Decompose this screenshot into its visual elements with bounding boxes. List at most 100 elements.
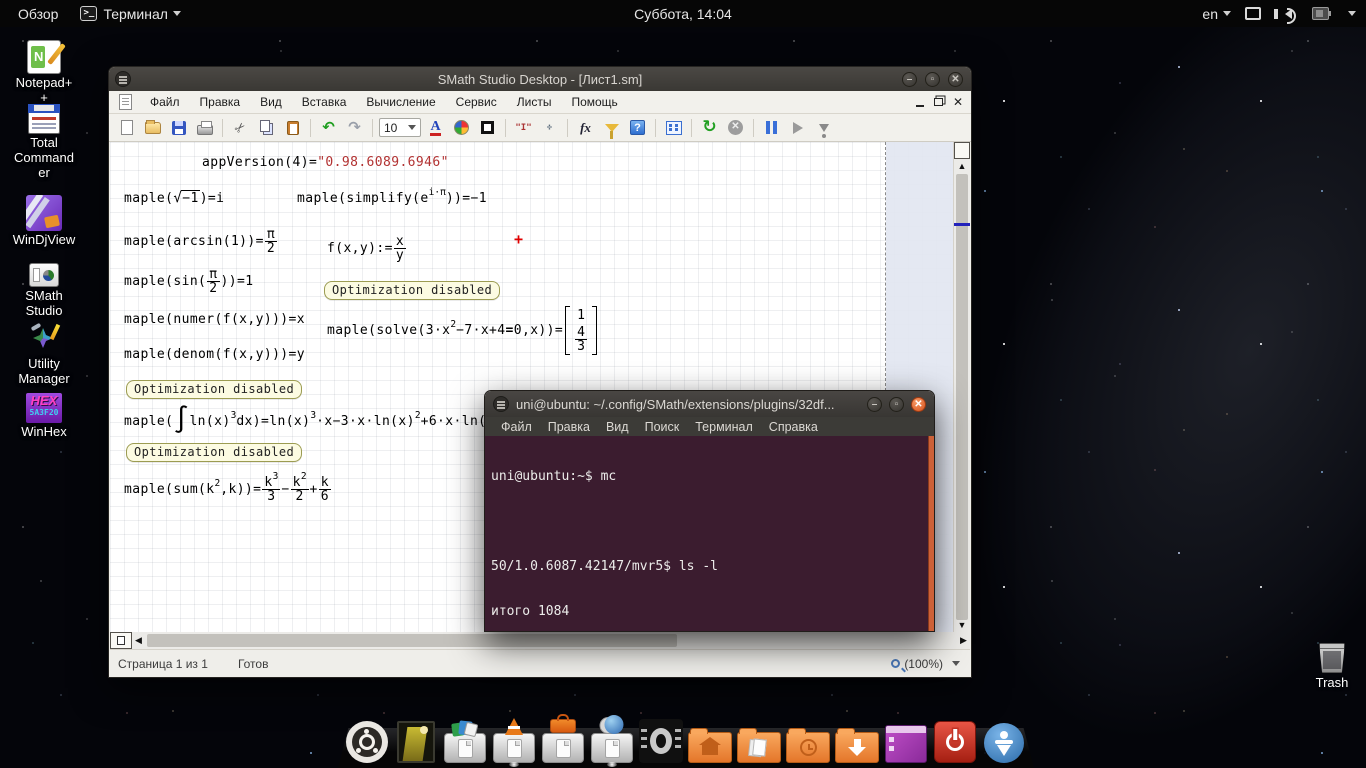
- decimal-separator-button[interactable]: "I": [512, 116, 535, 139]
- pause-button[interactable]: [760, 116, 783, 139]
- desktop-icon-notepad-plus-plus[interactable]: N Notepad+ +: [4, 40, 84, 104]
- menu-tools[interactable]: Сервис: [446, 92, 507, 112]
- desktop-icon-utility-manager[interactable]: Utility Manager: [4, 323, 84, 385]
- menu-sheets[interactable]: Листы: [507, 92, 562, 112]
- menu-search[interactable]: Поиск: [637, 420, 688, 434]
- new-button[interactable]: [115, 116, 138, 139]
- formula-appversion[interactable]: appVersion(4)="0.98.6089.6946": [202, 155, 449, 170]
- reference-button[interactable]: ?: [626, 116, 649, 139]
- display-icon[interactable]: [1245, 7, 1261, 20]
- page-selector-box[interactable]: [110, 632, 132, 649]
- mdi-restore-button[interactable]: [934, 98, 943, 106]
- menu-calculation[interactable]: Вычисление: [356, 92, 445, 112]
- run-button[interactable]: [786, 116, 809, 139]
- dock-item-accessibility-button[interactable]: [981, 723, 1027, 763]
- minimize-button[interactable]: –: [867, 397, 882, 412]
- menu-file[interactable]: Файл: [493, 420, 540, 434]
- app-menu[interactable]: >_ Терминал: [80, 6, 180, 22]
- menu-file[interactable]: Файл: [140, 92, 190, 112]
- language-indicator[interactable]: en: [1202, 6, 1231, 22]
- close-button[interactable]: ✕: [911, 397, 926, 412]
- terminal-body[interactable]: uni@ubuntu:~$ mc 50/1.0.6087.42147/mvr5$…: [485, 436, 934, 631]
- open-button[interactable]: [141, 116, 164, 139]
- dock-item-image-viewer[interactable]: [393, 721, 439, 763]
- formula-numer[interactable]: maple(numer(f(x,y)))=x: [124, 311, 305, 327]
- dock-item-browser-tray[interactable]: [589, 721, 635, 763]
- dock-item-office-tray[interactable]: [442, 721, 488, 763]
- battery-icon[interactable]: [1312, 7, 1329, 20]
- dock-item-purple-window[interactable]: [883, 725, 929, 763]
- formula-sum[interactable]: maple(sum(k2,k))=k33−k22+k6: [124, 468, 332, 510]
- menu-edit[interactable]: Правка: [190, 92, 251, 112]
- dock-item-ubuntu-launcher[interactable]: [344, 721, 390, 763]
- formula-simplify[interactable]: maple(simplify(ei·π))=−1: [297, 186, 487, 210]
- dock-item-toolbox-tray[interactable]: [540, 721, 586, 763]
- dock-item-downloads-folder[interactable]: [834, 732, 880, 763]
- vertical-scrollbar[interactable]: ▲ ▼: [953, 142, 970, 632]
- scroll-up-icon[interactable]: ▲: [954, 161, 970, 171]
- menu-help[interactable]: Помощь: [561, 92, 627, 112]
- maximize-button[interactable]: ▫: [889, 397, 904, 412]
- horizontal-scroll-track[interactable]: [145, 632, 957, 649]
- font-size-select[interactable]: 10: [379, 118, 421, 137]
- formula-sin[interactable]: maple(sin(π2))=1: [124, 264, 253, 298]
- font-color-button[interactable]: A: [424, 116, 447, 139]
- dock-item-backup-folder[interactable]: [785, 732, 831, 763]
- volume-icon[interactable]: [1285, 9, 1292, 19]
- recalculate-button[interactable]: ↻: [698, 116, 721, 139]
- system-menu-chevron-icon[interactable]: [1348, 11, 1356, 16]
- menu-terminal[interactable]: Терминал: [687, 420, 761, 434]
- desktop-icon-smath-studio[interactable]: SMath Studio: [4, 263, 84, 317]
- formula-sqrt[interactable]: maple(√−1)=i: [124, 188, 224, 208]
- dock-item-documents-folder[interactable]: [736, 732, 782, 763]
- minimize-button[interactable]: –: [902, 72, 917, 87]
- clock[interactable]: Суббота, 14:04: [634, 6, 732, 22]
- menu-help[interactable]: Справка: [761, 420, 826, 434]
- arguments-separator-button[interactable]: ÷: [538, 116, 561, 139]
- formula-solve[interactable]: maple(solve(3·x2−7·x+4=0,x))=143: [327, 302, 597, 358]
- background-color-button[interactable]: [450, 116, 473, 139]
- options-button[interactable]: [662, 116, 685, 139]
- maximize-button[interactable]: ▫: [925, 72, 940, 87]
- menu-insert[interactable]: Вставка: [292, 92, 357, 112]
- window-menu-icon[interactable]: [493, 396, 509, 412]
- cut-button[interactable]: ✂: [229, 116, 252, 139]
- activities-button[interactable]: Обзор: [18, 6, 58, 22]
- redo-button[interactable]: ↷: [343, 116, 366, 139]
- formula-denom[interactable]: maple(denom(f(x,y)))=y: [124, 346, 305, 362]
- undo-button[interactable]: ↶: [317, 116, 340, 139]
- menu-view[interactable]: Вид: [250, 92, 292, 112]
- dock-item-power-button[interactable]: [932, 721, 978, 763]
- terminal-titlebar[interactable]: uni@ubuntu: ~/.config/SMath/extensions/p…: [485, 391, 934, 417]
- trash-icon[interactable]: Trash: [1300, 643, 1364, 690]
- scroll-down-icon[interactable]: ▼: [954, 620, 970, 630]
- menu-view[interactable]: Вид: [598, 420, 637, 434]
- vertical-scroll-thumb[interactable]: [956, 174, 968, 620]
- smath-titlebar[interactable]: SMath Studio Desktop - [Лист1.sm] – ▫ ✕: [109, 67, 971, 91]
- desktop-icon-winhex[interactable]: HEX 5A3F20 WinHex: [4, 393, 84, 438]
- dock-item-ring-launcher[interactable]: [638, 719, 684, 763]
- filter-button[interactable]: [600, 116, 623, 139]
- formula-integral[interactable]: maple(∫ln(x)3dx)=ln(x)3·x−3·x·ln(x)2+6·x…: [124, 403, 536, 439]
- print-button[interactable]: [193, 116, 216, 139]
- desktop-icon-windjview[interactable]: WinDjView: [4, 195, 84, 246]
- formula-arcsin[interactable]: maple(arcsin(1))=π2: [124, 227, 278, 255]
- step-button[interactable]: [812, 116, 835, 139]
- save-button[interactable]: [167, 116, 190, 139]
- scroll-left-icon[interactable]: ◀: [132, 635, 145, 646]
- menu-edit[interactable]: Правка: [540, 420, 598, 434]
- horizontal-scroll-thumb[interactable]: [147, 634, 677, 647]
- horizontal-scrollbar[interactable]: ◀ ▶: [110, 632, 970, 649]
- mdi-close-button[interactable]: ✕: [953, 96, 963, 108]
- stop-button[interactable]: ✕: [724, 116, 747, 139]
- terminal-scrollbar[interactable]: [928, 436, 934, 631]
- function-button[interactable]: fx: [574, 116, 597, 139]
- dock-item-home-folder[interactable]: [687, 732, 733, 763]
- mdi-minimize-button[interactable]: [916, 105, 924, 107]
- dock-item-vlc-tray[interactable]: [491, 721, 537, 763]
- paste-button[interactable]: [281, 116, 304, 139]
- desktop-icon-total-commander[interactable]: Total Command er: [4, 104, 84, 179]
- copy-button[interactable]: [255, 116, 278, 139]
- sheet-corner-box[interactable]: [954, 142, 970, 159]
- zoom-control[interactable]: (100%): [891, 657, 960, 671]
